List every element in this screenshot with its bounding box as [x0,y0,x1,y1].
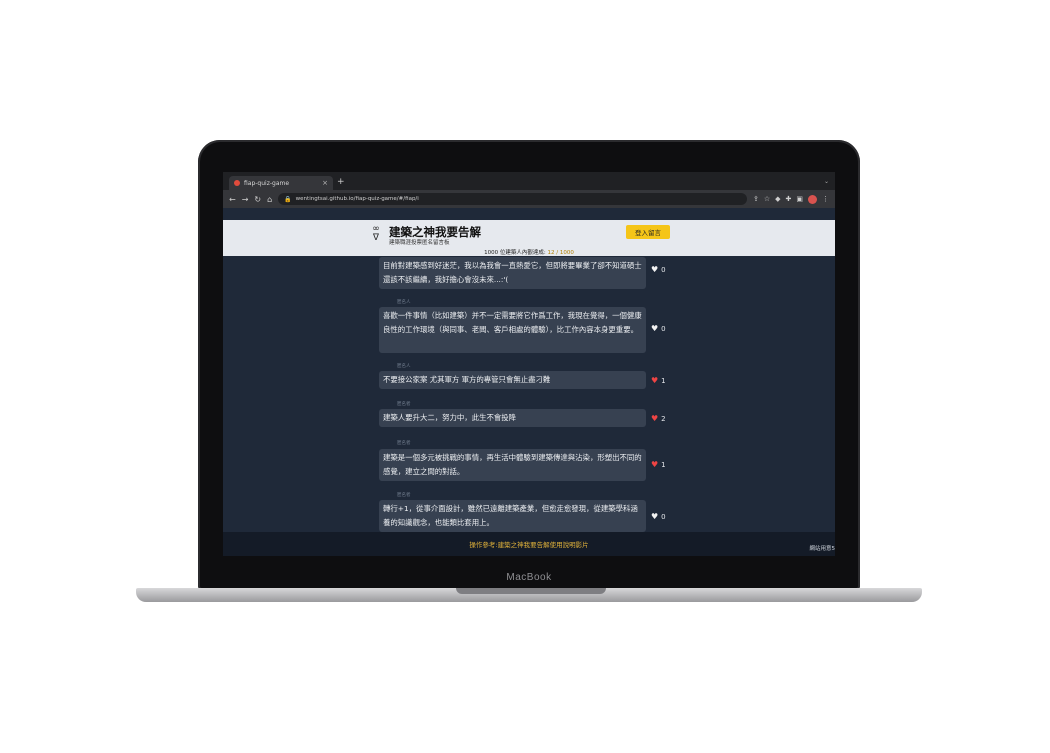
site-purpose-link[interactable]: 網站用意5 [810,544,836,552]
share-icon[interactable]: ⇪ [753,195,759,203]
address-bar[interactable]: 🔒 wentingtsai.github.io/fiap-quiz-game/#… [278,193,747,205]
comment-bubble: 建築人要升大二，努力中，此生不會投降 [379,409,646,427]
like-button[interactable]: ♥ 1 [651,460,666,470]
heart-icon: ♥ [651,265,659,274]
like-count: 1 [661,377,666,385]
like-button[interactable]: ♥ 2 [651,414,666,424]
like-count: 0 [661,513,666,521]
confession-logo-icon: ∞ ᐁ [372,224,380,243]
close-icon[interactable]: × [322,179,328,187]
comment-bubble: 目前對建築感到好迷茫，我以為我會一直熱愛它，但即將要畢業了卻不知道碩士還該不該繼… [379,257,646,289]
profile-avatar[interactable] [808,194,817,204]
comment-bubble: 不要接公家案 尤其軍方 軍方的專管只會無止盡刁難 [379,371,646,389]
new-tab-button[interactable]: + [337,177,345,187]
login-comment-button[interactable]: 登入留言 [626,225,670,239]
browser-tab-strip: fiap-quiz-game × + ⌄ [223,172,835,190]
back-icon[interactable]: ← [229,195,236,204]
like-button[interactable]: ♥ 0 [651,324,666,334]
favicon-icon [234,180,240,186]
browser-toolbar: ← → ↻ ⌂ 🔒 wentingtsai.github.io/fiap-qui… [223,190,835,208]
like-count: 2 [661,415,666,423]
comment-bubble: 喜歡一件事情（比如建築）并不一定需要將它作爲工作，我現在覺得，一個健康良性的工作… [379,307,646,353]
heart-icon: ♥ [651,414,659,423]
site-header: ∞ ᐁ 建築之神我要告解 建築職涯投票匿名留言板 登入留言 1000 位建築人內觀… [223,220,835,256]
progress-indicator: 1000 位建築人內觀達成: 12 / 1000 [223,248,835,256]
star-icon[interactable]: ☆ [764,195,770,203]
laptop-notch [456,588,606,594]
comment-feed[interactable]: 目前對建築感到好迷茫，我以為我會一直熱愛它，但即將要畢業了卻不知道碩士還該不該繼… [223,256,835,532]
heart-icon: ♥ [651,324,659,333]
heart-icon: ♥ [651,512,659,521]
like-button[interactable]: ♥ 0 [651,512,666,522]
extension-icon[interactable]: ◆ [775,195,780,203]
site-footer: 操作參考:建築之神我要告解使用說明影片 網站用意5 [223,532,835,556]
lock-icon: 🔒 [284,195,292,203]
comment-author: 匿名者 [397,402,411,407]
home-icon[interactable]: ⌂ [267,195,272,204]
forward-icon[interactable]: → [242,195,249,204]
tab-search-icon[interactable]: ⌄ [824,178,829,185]
comment-bubble: 建築是一個多元被挑戰的事情，再生活中體驗到建築傳達與沾染，形塑出不同的感覺，建立… [379,449,646,481]
heart-icon: ♥ [651,376,659,385]
comment-bubble: 轉行+1，從事介面設計，雖然已遠離建築產業，但愈走愈發現，從建築學科涵養的知識觀… [379,500,646,532]
device-label: MacBook [506,572,552,583]
menu-icon[interactable]: ⋮ [822,195,829,203]
browser-tab[interactable]: fiap-quiz-game × [229,176,333,190]
like-count: 1 [661,461,666,469]
sidebar-icon[interactable]: ▣ [796,195,803,203]
comment-author: 匿名人 [397,300,411,305]
puzzle-icon[interactable]: ✚ [786,195,792,203]
page-subtitle: 建築職涯投票匿名留言板 [389,240,450,246]
like-count: 0 [661,266,666,274]
like-button[interactable]: ♥ 1 [651,376,666,386]
comment-author: 匿名人 [397,364,411,369]
laptop-screen: fiap-quiz-game × + ⌄ ← → ↻ ⌂ 🔒 wentingts… [223,172,835,556]
url-text: wentingtsai.github.io/fiap-quiz-game/#/f… [295,196,419,202]
comment-author: 匿名者 [397,493,411,498]
tab-title: fiap-quiz-game [244,179,290,187]
reload-icon[interactable]: ↻ [254,195,261,204]
tutorial-video-link[interactable]: 操作參考:建築之神我要告解使用說明影片 [223,539,835,549]
extensions-area: ⇪ ☆ ◆ ✚ ▣ ⋮ [753,194,829,204]
like-button[interactable]: ♥ 0 [651,265,666,275]
like-count: 0 [661,325,666,333]
comment-author: 匿名者 [397,441,411,446]
heart-icon: ♥ [651,460,659,469]
